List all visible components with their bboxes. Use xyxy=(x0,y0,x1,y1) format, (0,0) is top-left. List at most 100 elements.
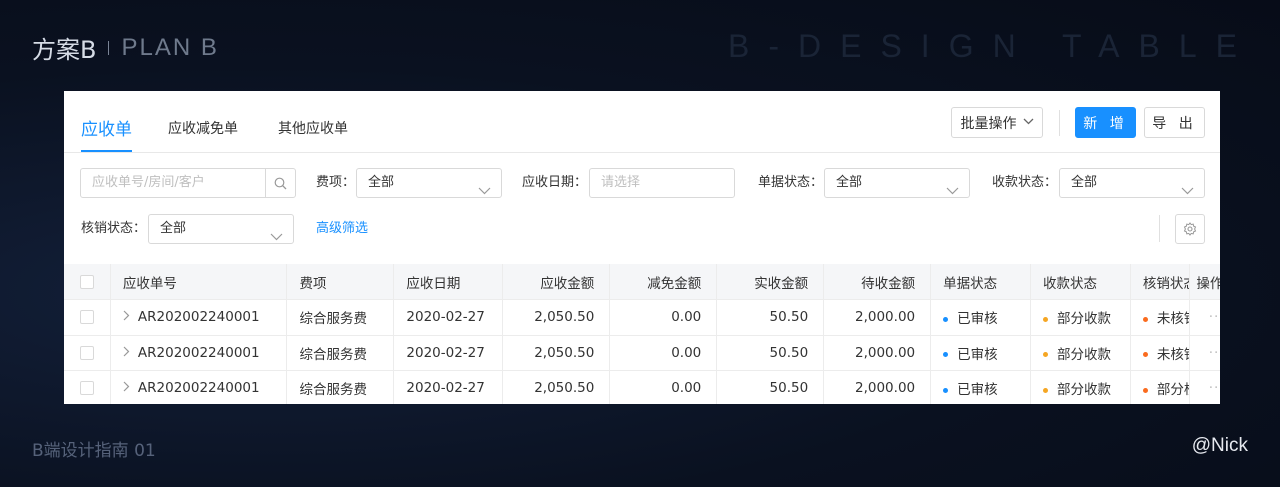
footer-caption: B端设计指南 01 xyxy=(32,441,156,461)
writeoff-status-text: 未核销 xyxy=(1156,311,1189,328)
column-header[interactable]: 核销状态 xyxy=(1130,264,1191,300)
row-more-button[interactable]: ··· xyxy=(1189,370,1220,404)
row-id: AR202002240001 xyxy=(137,309,260,326)
cell-relief: 0.00 xyxy=(609,335,718,371)
cell-fee: 综合服务费 xyxy=(286,370,395,404)
doc-status-text: 已审核 xyxy=(957,382,998,399)
table-row: AR202002240001 综合服务费 2020-02-27 2,050.50… xyxy=(64,299,1220,336)
column-header[interactable]: 应收日期 xyxy=(393,264,504,300)
batch-operation-button[interactable]: 批量操作 xyxy=(951,107,1043,138)
cell-pending: 2,000.00 xyxy=(823,370,932,404)
checkbox-icon xyxy=(79,310,94,325)
tab-receivable-relief[interactable]: 应收减免单 xyxy=(168,118,238,152)
writeoff-status-text: 部分核销 xyxy=(1156,382,1189,399)
status-dot xyxy=(1043,352,1048,358)
export-button[interactable]: 导 出 xyxy=(1144,107,1205,138)
batch-operation-label: 批量操作 xyxy=(960,115,1017,132)
status-dot xyxy=(1142,352,1148,358)
cell-date: 2020-02-27 xyxy=(393,335,504,371)
writeoff-status-text: 未核销 xyxy=(1156,346,1189,363)
select-all-checkbox[interactable] xyxy=(64,264,111,300)
cell-date: 2020-02-27 xyxy=(393,299,504,336)
collect-status-filter-label: 收款状态： xyxy=(992,175,1058,190)
column-header[interactable]: 待收金额 xyxy=(823,264,932,300)
table-settings-button[interactable] xyxy=(1175,214,1205,244)
status-dot xyxy=(1043,387,1048,393)
cell-received: 50.50 xyxy=(716,335,825,371)
watermark-title: B-DESIGN TABLE xyxy=(728,28,1256,64)
chevron-down-icon xyxy=(946,178,959,206)
collect-status-text: 部分收款 xyxy=(1057,346,1111,363)
chevron-down-icon xyxy=(1023,117,1034,128)
tab-receivable[interactable]: 应收单 xyxy=(81,115,132,152)
fee-select[interactable]: 全部 xyxy=(356,168,502,198)
writeoff-status-filter-label: 核销状态： xyxy=(81,221,147,236)
cell-id: AR202002240001 xyxy=(110,335,288,371)
doc-status-select[interactable]: 全部 xyxy=(824,168,970,198)
table-header-row: 应收单号 费项 应收日期 应收金额 减免金额 实收金额 待收金额 单据状态 收款… xyxy=(64,264,1220,300)
tab-bar: 应收单 应收减免单 其他应收单 xyxy=(81,91,388,152)
column-header[interactable]: 应收单号 xyxy=(110,264,288,300)
status-dot xyxy=(943,352,949,358)
collect-status-select[interactable]: 全部 xyxy=(1059,168,1205,198)
row-id: AR202002240001 xyxy=(137,344,260,361)
checkbox-icon xyxy=(79,381,94,396)
row-more-button[interactable]: ··· xyxy=(1189,335,1220,371)
plan-label: PLAN B xyxy=(121,33,219,61)
search-icon xyxy=(274,177,287,189)
doc-status-text: 已审核 xyxy=(957,346,998,363)
add-button[interactable]: 新 增 xyxy=(1075,107,1136,138)
cell-doc-status: 已审核 xyxy=(930,299,1031,336)
column-header[interactable]: 实收金额 xyxy=(716,264,825,300)
chevron-right-icon[interactable] xyxy=(123,381,130,395)
toolbar-divider xyxy=(1059,110,1060,136)
cell-doc-status: 已审核 xyxy=(930,370,1031,404)
row-checkbox[interactable] xyxy=(64,335,111,371)
column-header[interactable]: 减免金额 xyxy=(609,264,718,300)
gear-icon xyxy=(1183,222,1197,236)
cell-collect-status: 部分收款 xyxy=(1030,335,1131,371)
column-header[interactable]: 收款状态 xyxy=(1030,264,1131,300)
cell-writeoff-status: 未核销 xyxy=(1130,335,1191,371)
tab-other-receivable[interactable]: 其他应收单 xyxy=(278,118,348,152)
status-dot xyxy=(943,316,949,322)
writeoff-status-select-value: 全部 xyxy=(160,221,187,236)
writeoff-status-select[interactable]: 全部 xyxy=(148,214,294,244)
cell-collect-status: 部分收款 xyxy=(1030,370,1131,404)
column-header[interactable]: 单据状态 xyxy=(930,264,1031,300)
cell-fee: 综合服务费 xyxy=(286,335,395,371)
status-dot xyxy=(943,387,949,393)
cell-receivable: 2,050.50 xyxy=(502,299,611,336)
chevron-down-icon xyxy=(1181,178,1194,206)
column-header[interactable]: 操作 xyxy=(1189,264,1220,300)
collect-status-text: 部分收款 xyxy=(1057,311,1111,328)
search-input[interactable]: 应收单号/房间/客户 xyxy=(81,169,265,197)
cell-received: 50.50 xyxy=(716,370,825,404)
chevron-right-icon[interactable] xyxy=(123,346,130,360)
column-header[interactable]: 费项 xyxy=(286,264,395,300)
cell-doc-status: 已审核 xyxy=(930,335,1031,371)
row-more-button[interactable]: ··· xyxy=(1189,299,1220,336)
cell-fee: 综合服务费 xyxy=(286,299,395,336)
advanced-filter-link[interactable]: 高级筛选 xyxy=(316,214,368,244)
cell-receivable: 2,050.50 xyxy=(502,335,611,371)
doc-status-select-value: 全部 xyxy=(836,175,863,190)
checkbox-icon xyxy=(79,345,94,360)
header-left: 方案B PLAN B xyxy=(32,30,219,65)
tab-divider xyxy=(64,152,1220,153)
cell-collect-status: 部分收款 xyxy=(1030,299,1131,336)
row-checkbox[interactable] xyxy=(64,370,111,404)
cell-writeoff-status: 部分核销 xyxy=(1130,370,1191,404)
doc-status-text: 已审核 xyxy=(957,311,998,328)
search-button[interactable] xyxy=(265,169,295,197)
author-signature: @Nick xyxy=(1191,435,1248,456)
chevron-right-icon[interactable] xyxy=(123,310,130,324)
date-picker[interactable]: 请选择 xyxy=(589,168,735,198)
date-filter-label: 应收日期： xyxy=(522,175,588,190)
cell-receivable: 2,050.50 xyxy=(502,370,611,404)
table-row: AR202002240001 综合服务费 2020-02-27 2,050.50… xyxy=(64,335,1220,371)
cell-date: 2020-02-27 xyxy=(393,370,504,404)
row-checkbox[interactable] xyxy=(64,299,111,336)
chevron-down-icon xyxy=(270,224,283,252)
column-header[interactable]: 应收金额 xyxy=(502,264,611,300)
